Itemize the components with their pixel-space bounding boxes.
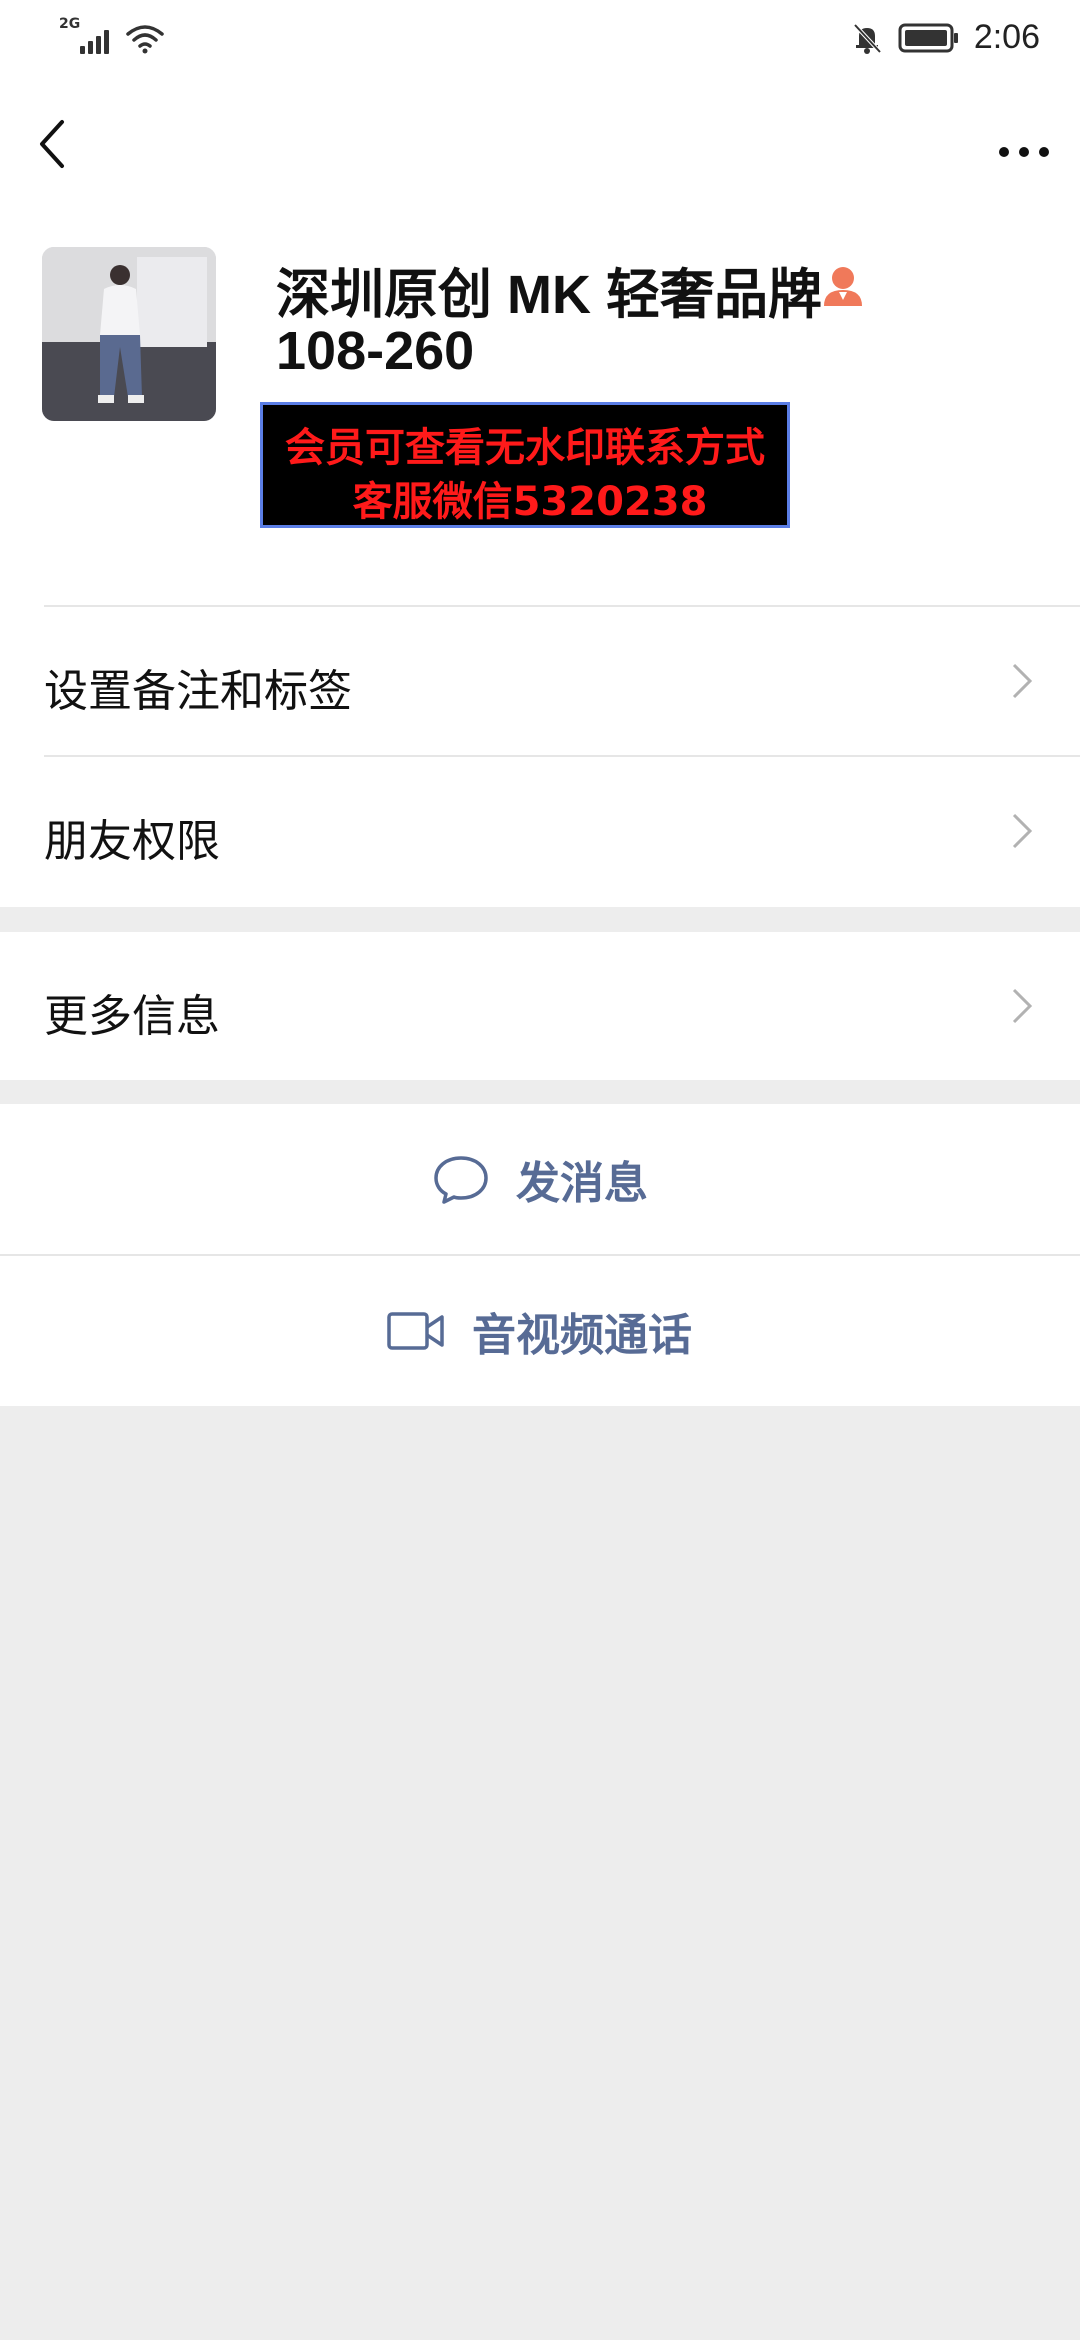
wifi-icon — [126, 25, 164, 54]
battery-icon — [898, 23, 958, 52]
back-arrow-icon[interactable] — [26, 110, 82, 174]
send-message-label: 发消息 — [516, 1158, 648, 1209]
signal-icon — [80, 30, 109, 54]
status-right: 2:06 — [850, 18, 1040, 57]
bell-muted-icon — [853, 23, 882, 54]
video-call-button[interactable]: 音视频通话 — [0, 1256, 1080, 1406]
clock: 2:06 — [973, 18, 1040, 56]
status-left: 2G — [59, 16, 165, 54]
contact-name-line2: 108-260 — [276, 321, 475, 381]
row-friend-permissions[interactable]: 朋友权限 — [0, 757, 1080, 905]
watermark-line1: 会员可查看无水印联系方式 — [285, 425, 765, 471]
send-message-button[interactable]: 发消息 — [0, 1104, 1080, 1254]
section-gap — [0, 1080, 1080, 1104]
avatar-photo — [42, 247, 216, 421]
contact-name: 深圳原创 MK 轻奢品牌 — [276, 265, 822, 325]
video-camera-icon — [387, 1312, 444, 1350]
row-remark-tags[interactable]: 设置备注和标签 — [0, 607, 1080, 755]
row-more-info-label: 更多信息 — [44, 991, 220, 1042]
chevron-right-icon — [1012, 988, 1033, 1024]
video-call-content: 音视频通话 — [386, 1256, 692, 1406]
row-remark-tags-label: 设置备注和标签 — [44, 666, 352, 717]
watermark-banner: 会员可查看无水印联系方式 客服微信5320238 — [260, 402, 790, 528]
corp-contact-icon — [824, 267, 862, 306]
chevron-right-icon — [1012, 663, 1033, 699]
network-type-label: 2G — [59, 16, 81, 32]
video-call-label: 音视频通话 — [472, 1310, 692, 1361]
status-bar: 2G 2:06 — [0, 0, 1080, 74]
avatar[interactable] — [42, 247, 216, 421]
row-friend-permissions-label: 朋友权限 — [44, 816, 220, 867]
nav-bar — [0, 96, 1080, 186]
row-more-info[interactable]: 更多信息 — [0, 932, 1080, 1080]
message-bubble-icon — [434, 1156, 488, 1204]
watermark-line2: 客服微信5320238 — [352, 479, 708, 525]
more-dots-icon[interactable] — [990, 110, 1060, 174]
section-gap — [0, 907, 1080, 932]
chevron-right-icon — [1012, 813, 1033, 849]
send-message-content: 发消息 — [432, 1104, 648, 1254]
